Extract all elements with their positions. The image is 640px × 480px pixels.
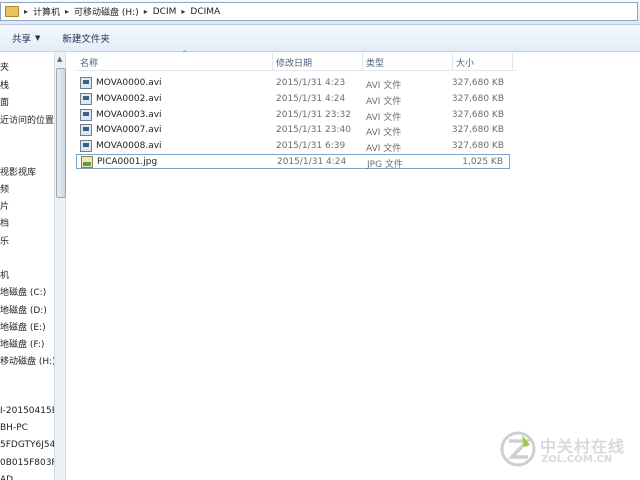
breadcrumb-dcima[interactable]: DCIMA — [190, 7, 220, 17]
nav-item-network-pc-4[interactable]: 0B015F803F4 — [0, 458, 54, 468]
file-row[interactable]: MOVA0008.avi 2015/1/31 6:39 AVI 文件 327,6… — [76, 139, 510, 154]
column-divider[interactable] — [272, 52, 273, 70]
file-name: MOVA0003.avi — [96, 110, 162, 120]
video-file-icon — [80, 109, 92, 121]
file-type: JPG 文件 — [367, 160, 403, 170]
new-folder-button-label: 新建文件夹 — [62, 34, 110, 45]
file-date: 2015/1/31 4:24 — [277, 157, 347, 167]
nav-item-computer[interactable]: 机 — [0, 268, 9, 281]
nav-item-video-library[interactable]: 视影视库 — [0, 165, 36, 178]
image-file-icon — [81, 156, 93, 168]
file-type: AVI 文件 — [366, 113, 402, 123]
nav-item-network-pc-2[interactable]: BH-PC — [0, 423, 28, 433]
file-date: 2015/1/31 4:23 — [276, 78, 346, 88]
watermark-domain-text: ZOL.COM.CN — [541, 454, 613, 465]
nav-item-videos[interactable]: 频 — [0, 182, 9, 195]
column-divider[interactable] — [452, 52, 453, 70]
nav-item-pictures[interactable]: 片 — [0, 199, 9, 212]
video-file-icon — [80, 124, 92, 136]
nav-item-drive-e[interactable]: 地磁盘 (E:) — [0, 320, 46, 333]
nav-item-favorites[interactable]: 夹 — [0, 60, 9, 73]
column-divider[interactable] — [362, 52, 363, 70]
nav-item-drive-f[interactable]: 地磁盘 (F:) — [0, 337, 44, 350]
nav-item-network-pc-3[interactable]: 5FDGTY6J54V — [0, 440, 54, 450]
column-header-name[interactable]: 名称 — [80, 56, 98, 69]
file-date: 2015/1/31 4:24 — [276, 94, 346, 104]
column-header-date[interactable]: 修改日期 — [276, 56, 312, 69]
file-name: MOVA0002.avi — [96, 94, 162, 104]
file-name: MOVA0000.avi — [96, 78, 162, 88]
address-bar: ▸ 计算机 ▸ 可移动磁盘 (H:) ▸ DCIM ▸ DCIMA — [0, 0, 640, 25]
nav-item-documents[interactable]: 档 — [0, 216, 9, 229]
nav-item-drive-d[interactable]: 地磁盘 (D:) — [0, 303, 47, 316]
video-file-icon — [80, 93, 92, 105]
file-list: ^ 名称 修改日期 类型 大小 MOVA0000.avi 2015/1/31 4… — [66, 50, 640, 480]
column-header-size[interactable]: 大小 — [456, 56, 474, 69]
video-file-icon — [80, 77, 92, 89]
zol-watermark: 中关村在线 ZOL.COM.CN — [500, 431, 630, 471]
sort-arrow-icon: ^ — [182, 50, 188, 58]
file-type: AVI 文件 — [366, 144, 402, 154]
column-header-type[interactable]: 类型 — [366, 56, 384, 69]
nav-scrollbar[interactable]: ▲ — [54, 52, 66, 480]
nav-item-drive-h[interactable]: 移动磁盘 (H:) — [0, 354, 54, 367]
file-name: PICA0001.jpg — [97, 157, 158, 167]
file-row[interactable]: MOVA0002.avi 2015/1/31 4:24 AVI 文件 327,6… — [76, 92, 510, 107]
column-divider[interactable] — [512, 52, 513, 70]
new-folder-button[interactable]: 新建文件夹 — [62, 31, 110, 45]
folder-icon — [5, 6, 19, 17]
file-date: 2015/1/31 23:40 — [276, 125, 351, 135]
nav-item-desktop[interactable]: 面 — [0, 95, 9, 108]
nav-item-recent-places[interactable]: 近访问的位置 — [0, 113, 54, 126]
file-date: 2015/1/31 23:32 — [276, 110, 351, 120]
nav-item-music[interactable]: 乐 — [0, 234, 9, 247]
nav-item-network-pc-1[interactable]: I-20150415B — [0, 406, 54, 416]
nav-item-network-pc-5[interactable]: AD — [0, 475, 13, 480]
scrollbar-thumb[interactable] — [56, 68, 66, 198]
file-size: 327,680 KB — [451, 141, 504, 151]
file-type: AVI 文件 — [366, 128, 402, 138]
breadcrumb-removable-disk[interactable]: 可移动磁盘 (H:) — [74, 5, 139, 18]
nav-item-drive-c[interactable]: 地磁盘 (C:) — [0, 285, 46, 298]
file-size: 327,680 KB — [451, 94, 504, 104]
chevron-right-icon[interactable]: ▸ — [181, 7, 185, 16]
column-header-row: ^ 名称 修改日期 类型 大小 — [76, 50, 516, 71]
chevron-right-icon[interactable]: ▸ — [144, 7, 148, 16]
share-button-label: 共享 — [12, 34, 32, 45]
file-row[interactable]: MOVA0000.avi 2015/1/31 4:23 AVI 文件 327,6… — [76, 76, 510, 91]
breadcrumb-computer[interactable]: 计算机 — [33, 5, 60, 18]
file-row[interactable]: MOVA0007.avi 2015/1/31 23:40 AVI 文件 327,… — [76, 123, 510, 138]
chevron-right-icon[interactable]: ▸ — [24, 7, 28, 16]
file-name: MOVA0008.avi — [96, 141, 162, 151]
file-date: 2015/1/31 6:39 — [276, 141, 346, 151]
file-size: 1,025 KB — [462, 157, 503, 167]
file-row-selected[interactable]: PICA0001.jpg 2015/1/31 4:24 JPG 文件 1,025… — [76, 154, 510, 170]
file-size: 327,680 KB — [451, 125, 504, 135]
share-button[interactable]: 共享 ▼ — [12, 31, 40, 45]
scroll-up-arrow-icon[interactable]: ▲ — [57, 55, 62, 63]
file-name: MOVA0007.avi — [96, 125, 162, 135]
breadcrumb-dcim[interactable]: DCIM — [153, 7, 177, 17]
nav-item-downloads[interactable]: 栈 — [0, 78, 9, 91]
breadcrumb[interactable]: ▸ 计算机 ▸ 可移动磁盘 (H:) ▸ DCIM ▸ DCIMA — [0, 2, 638, 21]
file-row[interactable]: MOVA0003.avi 2015/1/31 23:32 AVI 文件 327,… — [76, 108, 510, 123]
file-size: 327,680 KB — [451, 110, 504, 120]
file-size: 327,680 KB — [451, 78, 504, 88]
chevron-right-icon[interactable]: ▸ — [65, 7, 69, 16]
video-file-icon — [80, 140, 92, 152]
file-type: AVI 文件 — [366, 97, 402, 107]
file-type: AVI 文件 — [366, 81, 402, 91]
zol-logo-icon — [500, 431, 536, 467]
dropdown-arrow-icon: ▼ — [35, 34, 41, 42]
navigation-pane: 夹 栈 面 近访问的位置 视影视库 频 片 档 乐 机 地磁盘 (C:) 地磁盘… — [0, 52, 54, 480]
command-toolbar: 共享 ▼ 新建文件夹 — [0, 25, 640, 52]
